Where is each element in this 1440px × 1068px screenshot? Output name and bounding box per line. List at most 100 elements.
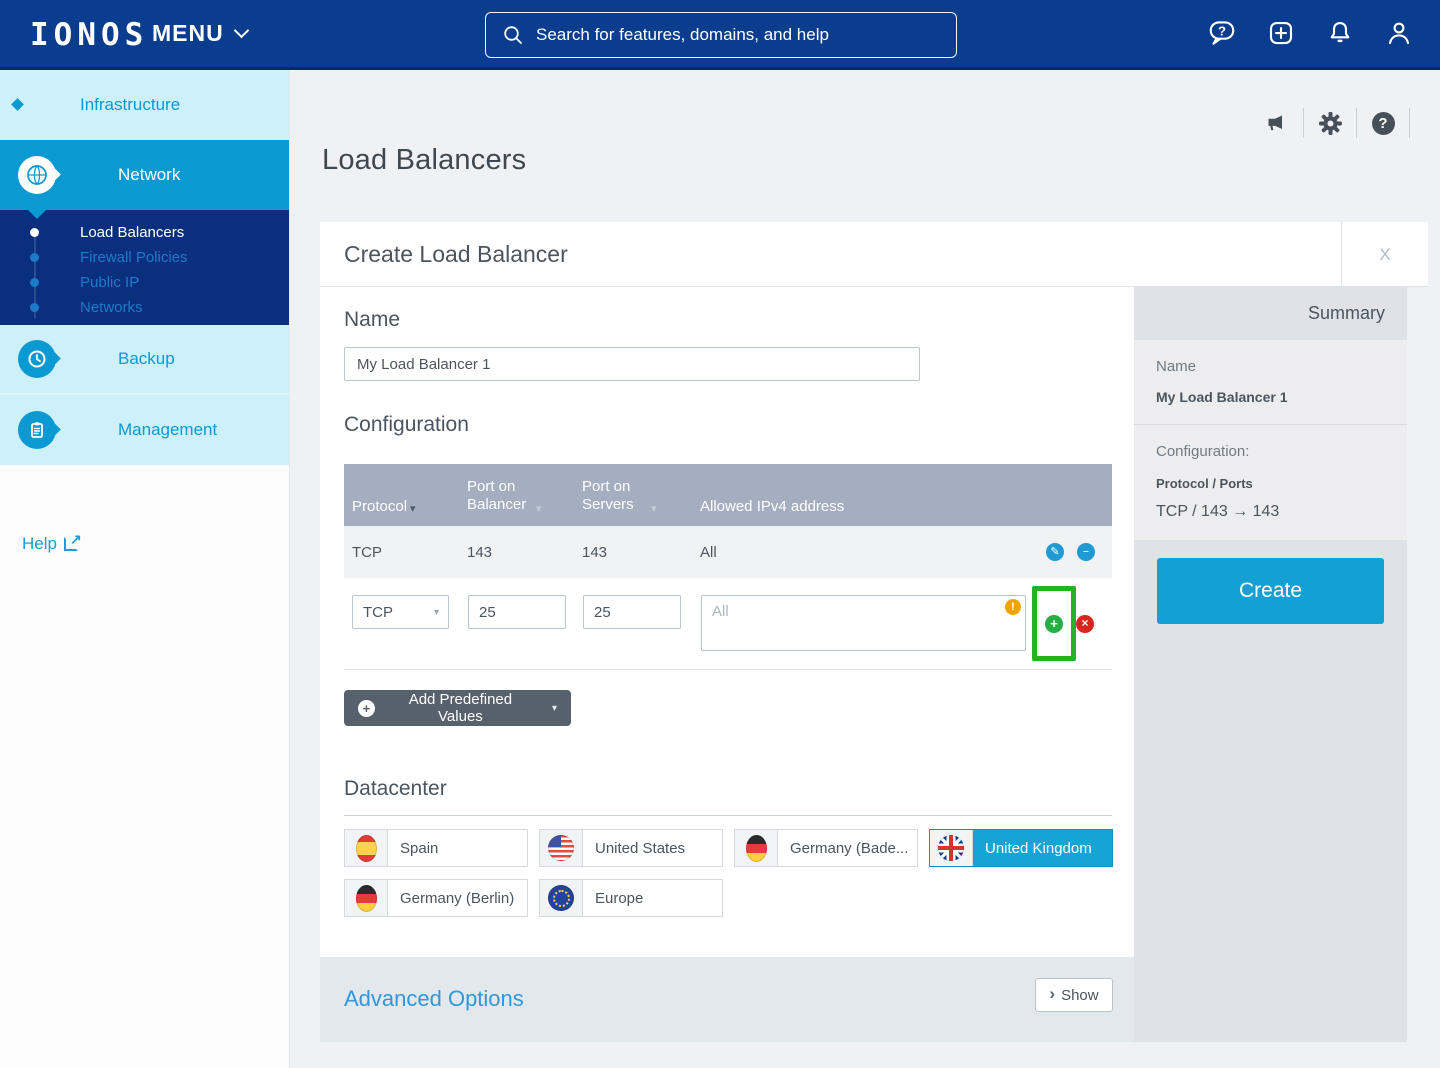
- datacenter-option-label: Germany (Bade...: [778, 830, 917, 866]
- ionos-logo[interactable]: IONOS: [30, 17, 148, 53]
- summary-heading: Summary: [1134, 287, 1407, 340]
- datacenter-option-united-kingdom[interactable]: United Kingdom: [929, 829, 1113, 867]
- germany-flag-icon: [356, 885, 377, 912]
- close-button[interactable]: X: [1341, 222, 1428, 287]
- table-row: TCP 143 143 All ✎ −: [344, 526, 1112, 578]
- search-input[interactable]: Search for features, domains, and help: [485, 12, 957, 58]
- bullet-icon: [30, 278, 39, 287]
- remove-row-button[interactable]: −: [1077, 543, 1095, 561]
- name-input[interactable]: [344, 347, 920, 381]
- column-header-port-on-servers[interactable]: Port on Servers ▾: [574, 464, 692, 526]
- minus-icon: −: [1083, 546, 1089, 558]
- infrastructure-icon: [18, 86, 56, 124]
- network-icon: [18, 156, 56, 194]
- cancel-rule-button[interactable]: ×: [1076, 615, 1094, 633]
- column-header-allowed-ipv4: Allowed IPv4 address: [692, 464, 1112, 526]
- summary-protocol-ports-value: TCP / 143 → 143: [1156, 503, 1385, 521]
- search-placeholder: Search for features, domains, and help: [536, 25, 829, 45]
- create-load-balancer-dialog-header: Create Load Balancer X: [320, 222, 1428, 287]
- sidebar-item-label: Management: [118, 420, 217, 440]
- datacenter-option-germany-baden[interactable]: Germany (Bade...: [734, 829, 918, 867]
- add-predefined-values-button[interactable]: + Add Predefined Values ▾: [344, 690, 571, 726]
- datacenter-option-label: United Kingdom: [973, 830, 1112, 866]
- help-label: Help: [22, 534, 57, 554]
- summary-name-label: Name: [1156, 358, 1385, 375]
- configuration-table: Protocol ▾ Port on Balancer ▾ Port on Se…: [344, 464, 1112, 670]
- page-title: Load Balancers: [322, 144, 526, 177]
- datacenter-option-label: Germany (Berlin): [388, 880, 527, 916]
- question-circle-icon: ?: [1372, 112, 1395, 135]
- chevron-down-icon: [233, 23, 249, 39]
- datacenter-section-heading: Datacenter: [344, 777, 447, 801]
- divider: [1356, 108, 1357, 138]
- plus-circle-icon: +: [358, 700, 375, 717]
- cell-port-on-balancer: 143: [459, 544, 574, 561]
- table-header: Protocol ▾ Port on Balancer ▾ Port on Se…: [344, 464, 1112, 526]
- network-submenu: Load Balancers Firewall Policies Public …: [0, 210, 289, 325]
- sidebar-item-label: Infrastructure: [80, 95, 180, 115]
- sidebar: Infrastructure Network Load Balancers Fi…: [0, 70, 290, 1068]
- submenu-label: Networks: [80, 299, 143, 316]
- megaphone-icon: [1265, 111, 1289, 135]
- confirm-add-rule-button[interactable]: +: [1045, 615, 1063, 633]
- datacenter-option-spain[interactable]: Spain: [344, 829, 528, 867]
- sidebar-item-infrastructure[interactable]: Infrastructure: [0, 70, 289, 140]
- menu-button[interactable]: MENU: [152, 20, 247, 47]
- dialog-title: Create Load Balancer: [344, 241, 568, 268]
- add-product-button[interactable]: [1266, 18, 1296, 48]
- cell-protocol: TCP: [344, 544, 459, 561]
- plus-square-icon: [1266, 18, 1296, 48]
- account-button[interactable]: [1384, 18, 1414, 48]
- advanced-options-link[interactable]: Advanced Options: [344, 986, 524, 1012]
- sidebar-item-network[interactable]: Network: [0, 140, 289, 210]
- announcements-button[interactable]: [1264, 110, 1290, 136]
- allowed-ipv4-textarea[interactable]: [701, 595, 1026, 651]
- ionos-cloud-panel: IONOS MENU Search for features, domains,…: [0, 0, 1440, 1068]
- port-on-servers-input[interactable]: [583, 595, 681, 629]
- sidebar-item-load-balancers[interactable]: Load Balancers: [0, 220, 289, 245]
- advanced-options-section: Advanced Options › Show: [320, 957, 1135, 1042]
- uk-flag-icon: [938, 835, 964, 861]
- notifications-button[interactable]: [1325, 18, 1355, 48]
- datacenter-option-label: United States: [583, 830, 722, 866]
- datacenter-option-label: Europe: [583, 880, 722, 916]
- chevron-right-icon: ›: [1049, 984, 1055, 1004]
- germany-flag-icon: [746, 835, 767, 862]
- datacenter-option-label: Spain: [388, 830, 527, 866]
- sort-caret-icon: ▾: [651, 502, 657, 515]
- divider: [1303, 108, 1304, 138]
- column-header-port-on-balancer[interactable]: Port on Balancer ▾: [459, 464, 574, 526]
- settings-button[interactable]: [1317, 110, 1343, 136]
- protocol-select[interactable]: TCP ▾: [352, 595, 449, 629]
- pencil-icon: ✎: [1050, 546, 1059, 558]
- column-header-protocol[interactable]: Protocol ▾: [344, 464, 459, 526]
- bullet-icon: [30, 253, 39, 262]
- edit-row-button[interactable]: ✎: [1046, 543, 1064, 561]
- sidebar-item-public-ip[interactable]: Public IP: [0, 270, 289, 295]
- spain-flag-icon: [356, 835, 377, 862]
- sidebar-item-backup[interactable]: Backup: [0, 325, 289, 395]
- show-advanced-button[interactable]: › Show: [1035, 978, 1113, 1012]
- create-button[interactable]: Create: [1157, 558, 1384, 624]
- sidebar-item-firewall-policies[interactable]: Firewall Policies: [0, 245, 289, 270]
- summary-name-value: My Load Balancer 1: [1156, 389, 1385, 405]
- page-help-button[interactable]: ?: [1370, 110, 1396, 136]
- submenu-label: Load Balancers: [80, 224, 184, 241]
- add-predefined-label: Add Predefined Values: [385, 691, 536, 725]
- summary-configuration-label: Configuration:: [1156, 443, 1385, 460]
- help-link[interactable]: Help ↗: [22, 534, 78, 554]
- port-on-balancer-input[interactable]: [468, 595, 566, 629]
- name-section-heading: Name: [344, 308, 400, 332]
- warning-icon: !: [1005, 599, 1021, 615]
- datacenter-option-united-states[interactable]: United States: [539, 829, 723, 867]
- datacenter-option-germany-berlin[interactable]: Germany (Berlin): [344, 879, 528, 917]
- datacenter-option-europe[interactable]: Europe: [539, 879, 723, 917]
- sort-caret-icon: ▾: [410, 502, 416, 515]
- sidebar-item-management[interactable]: Management: [0, 395, 289, 465]
- cell-port-on-servers: 143: [574, 544, 692, 561]
- feedback-chat-button[interactable]: ?: [1207, 18, 1237, 48]
- create-load-balancer-form: Name Configuration Protocol ▾ Port on Ba…: [320, 287, 1134, 957]
- svg-text:?: ?: [1218, 24, 1226, 39]
- sidebar-item-networks[interactable]: Networks: [0, 295, 289, 320]
- show-label: Show: [1061, 987, 1099, 1004]
